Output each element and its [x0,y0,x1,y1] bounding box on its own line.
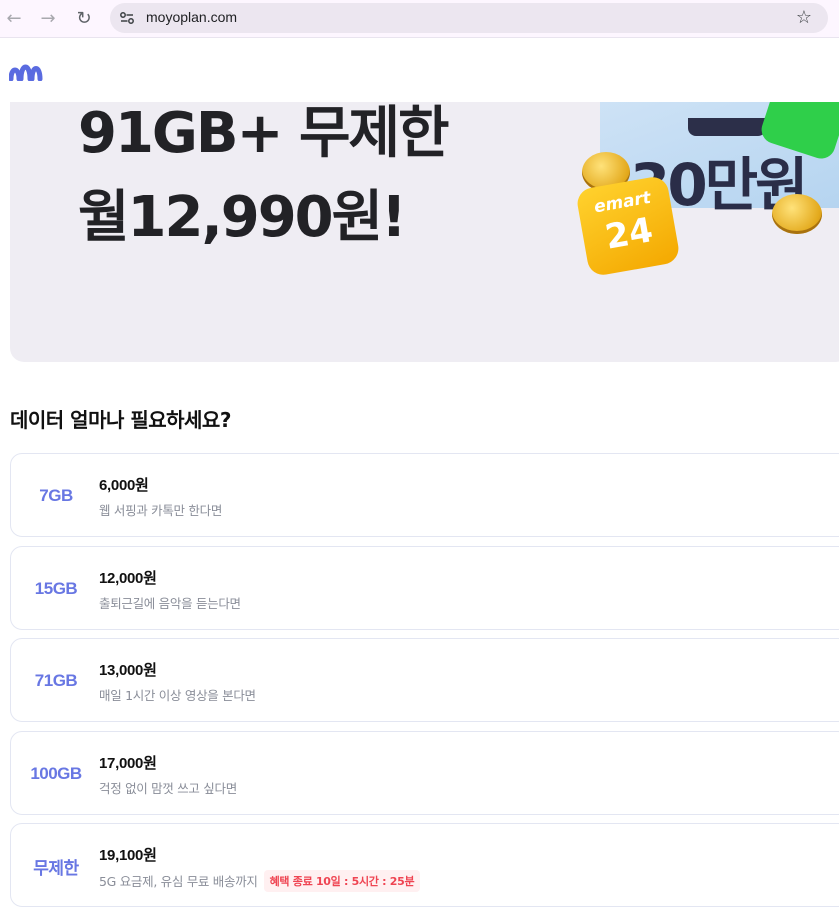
reload-icon[interactable]: ↻ [70,5,98,33]
plan-description: 웹 서핑과 카톡만 한다면 [99,503,223,518]
plan-price: 6,000원 [99,477,149,494]
forward-arrow-icon[interactable]: → [34,5,62,33]
plan-price: 17,000원 [99,755,157,772]
countdown-badge: 혜택 종료 10일 : 5시간 : 25분 [263,870,421,892]
url-text[interactable]: moyoplan.com [146,9,237,25]
plan-description: 출퇴근길에 음악을 듣는다면 [99,596,241,611]
plan-price: 19,100원 [99,847,157,864]
browser-toolbar: ← → ↻ moyoplan.com ☆ [0,0,839,38]
plan-description: 매일 1시간 이상 영상을 본다면 [99,688,256,703]
emart-number-text: 24 [602,210,656,258]
plan-data-amount: 무제한 [33,858,79,878]
plan-card-7gb[interactable]: 7GB 6,000원 웹 서핑과 카톡만 한다면 [10,453,839,537]
plan-data-amount: 100GB [30,764,82,783]
promo-banner[interactable]: 91GB+ 무제한 월12,990원! 30만원 emart 24 [10,60,839,362]
back-arrow-icon[interactable]: ← [0,5,28,33]
plan-price: 13,000원 [99,662,157,679]
plan-card-15gb[interactable]: 15GB 12,000원 출퇴근길에 음악을 듣는다면 [10,546,839,630]
site-settings-icon[interactable] [118,9,136,27]
banner-price: 월12,990원! [78,185,407,250]
section-title: 데이터 얼마나 필요하세요? [10,408,231,432]
plan-data-amount: 7GB [39,486,73,505]
moyo-logo[interactable] [9,61,43,81]
emart24-graphic: emart 24 [575,174,681,278]
address-bar[interactable]: moyoplan.com ☆ [110,3,828,33]
plan-data-amount: 15GB [34,579,78,598]
plan-card-100gb[interactable]: 100GB 17,000원 걱정 없이 맘껏 쓰고 싶다면 [10,731,839,815]
plan-card-71gb[interactable]: 71GB 13,000원 매일 1시간 이상 영상을 본다면 [10,638,839,722]
site-header [0,39,839,102]
plan-description: 5G 요금제, 유심 무료 배송까지 혜택 종료 10일 : 5시간 : 25분 [99,870,421,892]
plan-card-unlimited[interactable]: 무제한 19,100원 5G 요금제, 유심 무료 배송까지 혜택 종료 10일 … [10,823,839,907]
ticket-tab [688,118,766,136]
coin-icon [772,194,822,234]
plan-description: 걱정 없이 맘껏 쓰고 싶다면 [99,781,237,796]
plan-data-amount: 71GB [34,671,78,690]
plan-price: 12,000원 [99,570,157,587]
bookmark-star-icon[interactable]: ☆ [796,7,812,28]
